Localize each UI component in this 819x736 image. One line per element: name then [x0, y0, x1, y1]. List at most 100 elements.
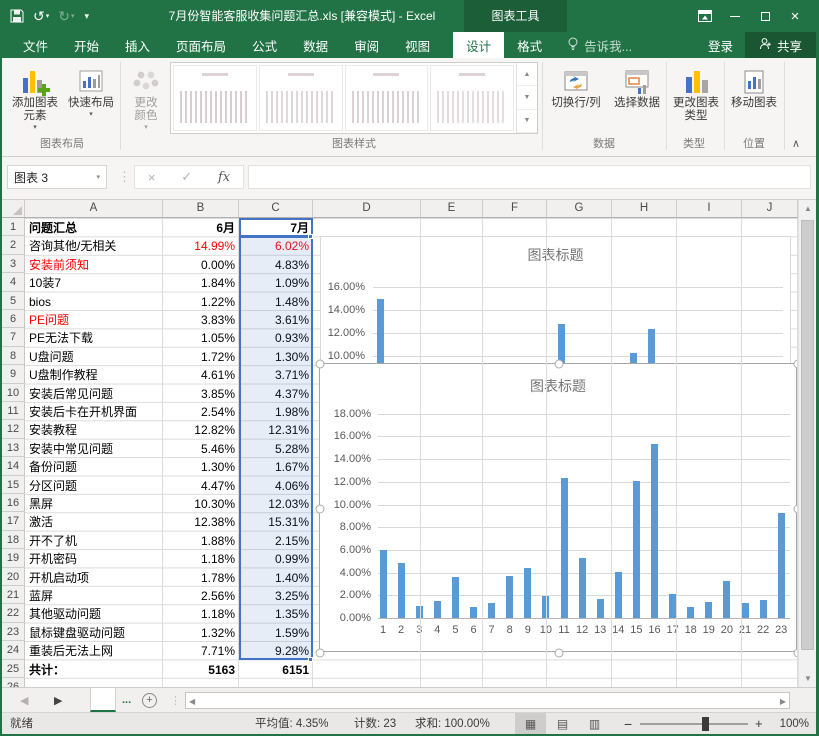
zoom-slider-thumb[interactable]	[702, 717, 709, 731]
chart-style-thumbnail[interactable]	[430, 65, 514, 131]
cell-b11[interactable]: 2.54%	[164, 403, 235, 421]
cell-b2[interactable]: 14.99%	[164, 237, 235, 255]
formula-input[interactable]	[248, 165, 811, 189]
cell-b13[interactable]: 5.46%	[164, 440, 235, 458]
cell-b16[interactable]: 10.30%	[164, 495, 235, 513]
cell-b23[interactable]: 1.32%	[164, 624, 235, 642]
tab-data[interactable]: 数据	[290, 32, 341, 58]
cell-a21[interactable]: 蓝屏	[29, 587, 159, 605]
gallery-up-icon[interactable]: ▲	[517, 63, 537, 86]
row-header-22[interactable]: 22	[2, 604, 25, 622]
cell-a10[interactable]: 安装后常见问题	[29, 385, 159, 403]
cell-b21[interactable]: 2.56%	[164, 587, 235, 605]
chart-bar[interactable]	[452, 577, 459, 618]
cancel-icon[interactable]: ×	[148, 170, 156, 185]
chart-selection-handle[interactable]	[316, 504, 325, 513]
column-header-A[interactable]: A	[25, 200, 163, 217]
column-header-I[interactable]: I	[677, 200, 742, 217]
chart-bar[interactable]	[597, 599, 604, 618]
row-header-14[interactable]: 14	[2, 457, 25, 475]
chart-bar[interactable]	[579, 558, 586, 618]
cell-b8[interactable]: 1.72%	[164, 348, 235, 366]
cell-b19[interactable]: 1.18%	[164, 550, 235, 568]
row-header-23[interactable]: 23	[2, 623, 25, 641]
cell-a25[interactable]: 共计：	[29, 661, 159, 679]
chart-title[interactable]: 图表标题	[320, 376, 796, 396]
normal-view-icon[interactable]: ▦	[515, 713, 546, 735]
cell-b14[interactable]: 1.30%	[164, 458, 235, 476]
scroll-up-icon[interactable]: ▲	[799, 200, 817, 217]
cell-a12[interactable]: 安装教程	[29, 421, 159, 439]
tab-file[interactable]: 文件	[10, 32, 61, 58]
chart-bar[interactable]	[470, 607, 477, 618]
cell-a24[interactable]: 重装后无法上网	[29, 642, 159, 660]
undo-icon[interactable]: ↺▾	[33, 8, 49, 25]
row-header-7[interactable]: 7	[2, 328, 25, 346]
vertical-scrollbar[interactable]: ▲ ▼	[798, 200, 816, 687]
chart-bar[interactable]	[488, 603, 495, 618]
scroll-down-icon[interactable]: ▼	[799, 670, 817, 687]
row-header-19[interactable]: 19	[2, 549, 25, 567]
cell-b12[interactable]: 12.82%	[164, 421, 235, 439]
cell-a16[interactable]: 黑屏	[29, 495, 159, 513]
chart-bar[interactable]	[651, 444, 658, 618]
tab-format[interactable]: 格式	[504, 32, 555, 58]
tab-review[interactable]: 审阅	[341, 32, 392, 58]
share-button[interactable]: 共享	[745, 32, 816, 58]
row-header-15[interactable]: 15	[2, 476, 25, 494]
chart-style-thumbnail[interactable]	[259, 65, 343, 131]
tab-insert[interactable]: 插入	[112, 32, 163, 58]
tab-formulas[interactable]: 公式	[239, 32, 290, 58]
chart-bar[interactable]	[687, 607, 694, 618]
chart-selection-handle[interactable]	[316, 649, 325, 658]
cell-b4[interactable]: 1.84%	[164, 274, 235, 292]
cell-a14[interactable]: 备份问题	[29, 458, 159, 476]
minimize-button[interactable]	[720, 0, 750, 32]
chart-style-thumbnail[interactable]	[345, 65, 429, 131]
series-name-range-highlight[interactable]	[239, 218, 313, 237]
column-header-G[interactable]: G	[547, 200, 612, 217]
cell-a11[interactable]: 安装后卡在开机界面	[29, 403, 159, 421]
cell-a15[interactable]: 分区问题	[29, 477, 159, 495]
cell-a8[interactable]: U盘问题	[29, 348, 159, 366]
cell-a9[interactable]: U盘制作教程	[29, 366, 159, 384]
row-header-5[interactable]: 5	[2, 292, 25, 310]
enter-icon[interactable]: ✓	[181, 169, 192, 185]
maximize-button[interactable]	[750, 0, 780, 32]
row-header-17[interactable]: 17	[2, 512, 25, 530]
ribbon-display-options-icon[interactable]	[690, 0, 720, 32]
row-header-11[interactable]: 11	[2, 402, 25, 420]
chart-bar[interactable]	[398, 563, 405, 618]
chart-bar[interactable]	[742, 603, 749, 618]
row-header-4[interactable]: 4	[2, 273, 25, 291]
chart-bar[interactable]	[723, 581, 730, 618]
cell-b15[interactable]: 4.47%	[164, 477, 235, 495]
row-header-25[interactable]: 25	[2, 660, 25, 678]
column-header-E[interactable]: E	[421, 200, 483, 217]
column-header-D[interactable]: D	[313, 200, 421, 217]
row-header-8[interactable]: 8	[2, 347, 25, 365]
cell-b6[interactable]: 3.83%	[164, 311, 235, 329]
chart-bar[interactable]	[633, 481, 640, 618]
chart-bar[interactable]	[524, 568, 531, 618]
column-header-F[interactable]: F	[483, 200, 547, 217]
cell-b24[interactable]: 7.71%	[164, 642, 235, 660]
chart-july-selected[interactable]: 图表标题18.00%16.00%14.00%12.00%10.00%8.00%6…	[319, 363, 797, 652]
cell-a6[interactable]: PE问题	[29, 311, 159, 329]
cell-a13[interactable]: 安装中常见问题	[29, 440, 159, 458]
chart-selection-handle[interactable]	[316, 360, 325, 369]
row-header-21[interactable]: 21	[2, 586, 25, 604]
column-header-B[interactable]: B	[163, 200, 239, 217]
gallery-more-icon[interactable]: ▼	[517, 110, 537, 133]
tab-page-layout[interactable]: 页面布局	[163, 32, 239, 58]
chart-title[interactable]: 图表标题	[321, 245, 790, 265]
cell-b22[interactable]: 1.18%	[164, 605, 235, 623]
cell-a3[interactable]: 安装前须知	[29, 256, 159, 274]
zoom-level[interactable]: 100%	[780, 713, 809, 735]
add-sheet-button[interactable]: +	[142, 688, 157, 712]
chart-bar[interactable]	[506, 576, 513, 618]
cell-a2[interactable]: 咨询其他/无相关	[29, 237, 159, 255]
collapse-ribbon-icon[interactable]: ∧	[792, 137, 800, 150]
cell-a20[interactable]: 开机启动项	[29, 569, 159, 587]
scroll-left-icon[interactable]: ◀	[189, 697, 195, 706]
